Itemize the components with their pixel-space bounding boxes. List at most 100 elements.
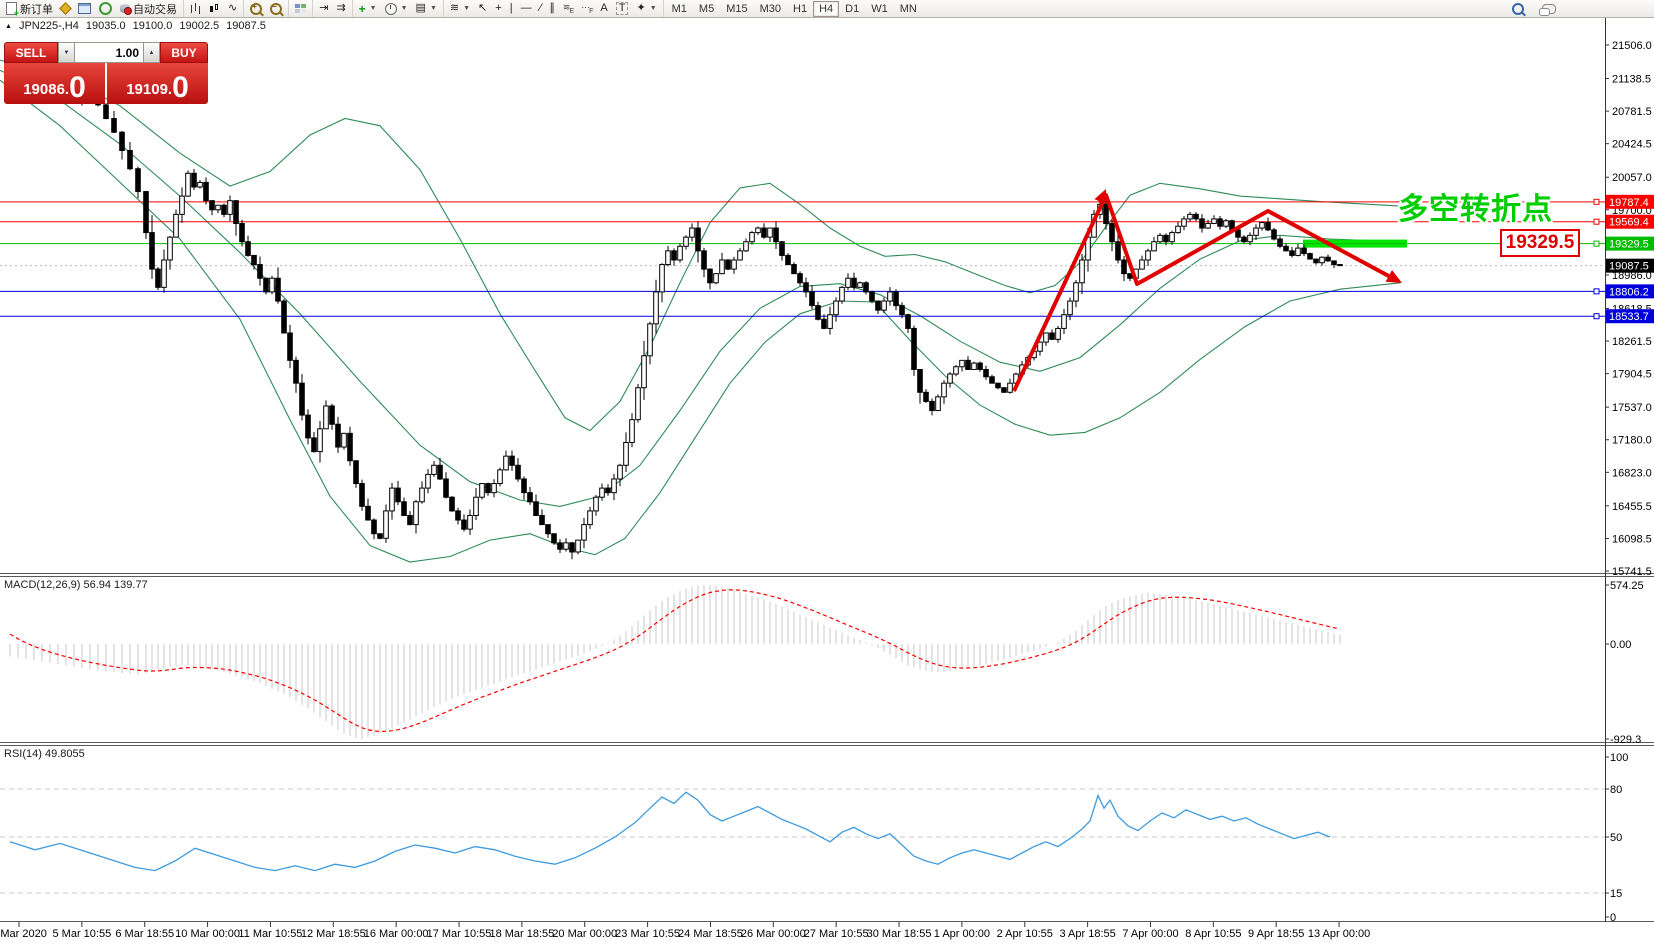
periods-button[interactable]: ▼	[381, 1, 412, 16]
svg-text:20 Mar 00:00: 20 Mar 00:00	[552, 928, 617, 940]
horizontal-line-button[interactable]: —	[517, 1, 536, 16]
zoom-out-button[interactable]: −	[266, 1, 286, 16]
level-line-handle[interactable]	[1594, 219, 1599, 224]
chat-button[interactable]	[1538, 1, 1560, 16]
signals-button[interactable]	[95, 1, 116, 16]
level-line-handle[interactable]	[1594, 314, 1599, 319]
price-chart-canvas[interactable]: 21506.021138.520781.520424.520057.019700…	[0, 0, 1654, 945]
timeframe-d1-button[interactable]: D1	[839, 1, 865, 17]
chart-shift-button[interactable]: ⇥	[315, 1, 332, 16]
timeframe-m5-button[interactable]: M5	[693, 1, 720, 17]
timeframe-m30-button[interactable]: M30	[754, 1, 787, 17]
timeframe-mn-button[interactable]: MN	[894, 1, 923, 17]
templates-button[interactable]: ▤▼	[412, 1, 441, 16]
svg-text:20781.5: 20781.5	[1612, 106, 1652, 118]
trendline-icon: ∕	[540, 3, 542, 14]
zoom-in-button[interactable]: +	[246, 1, 266, 16]
line-chart-button[interactable]: ∿	[224, 1, 241, 16]
text-button[interactable]: A	[596, 1, 611, 16]
equidistant-channel-button[interactable]: ≋E	[559, 1, 577, 16]
line-chart-icon: ∿	[228, 3, 237, 14]
bar-chart-icon	[190, 3, 201, 14]
buy-price-panel[interactable]: 19109.0	[107, 63, 208, 104]
equidistant-channel-icon: ≋E	[563, 2, 573, 15]
clock-icon	[385, 3, 397, 15]
search-icon	[1512, 3, 1524, 15]
indicators-button[interactable]: +▼	[355, 1, 381, 16]
vertical-line-button[interactable]: |	[506, 1, 517, 16]
timeframe-w1-button[interactable]: W1	[865, 1, 894, 17]
svg-text:6 Mar 18:55: 6 Mar 18:55	[115, 928, 174, 940]
cursor-button[interactable]: ↖	[474, 1, 491, 16]
autotrade-button[interactable]: 自动交易	[116, 1, 181, 16]
macd-histogram	[10, 585, 1340, 739]
collapse-triangle-icon[interactable]: ▲	[5, 23, 12, 30]
buy-price-main: 19109.	[126, 78, 172, 102]
svg-text:12 Mar 18:55: 12 Mar 18:55	[301, 928, 366, 940]
timeframe-h4-button[interactable]: H4	[813, 1, 839, 17]
volume-increase-button[interactable]: ▲	[143, 42, 160, 63]
bar-chart-button[interactable]	[186, 1, 205, 16]
trendline-button[interactable]: ∕	[536, 1, 546, 16]
chevron-down-icon: ▼	[430, 5, 437, 12]
search-button[interactable]	[1508, 1, 1528, 16]
svg-text:15: 15	[1610, 888, 1622, 900]
sell-button[interactable]: SELL	[4, 42, 58, 63]
timeframe-m15-button[interactable]: M15	[720, 1, 753, 17]
candle-chart-button[interactable]	[205, 1, 224, 16]
level-line-handle[interactable]	[1594, 241, 1599, 246]
svg-text:18261.5: 18261.5	[1612, 336, 1652, 348]
zoom-out-icon: −	[270, 3, 282, 15]
level-line-handle[interactable]	[1594, 199, 1599, 204]
volume-input[interactable]	[75, 42, 143, 63]
svg-text:24 Mar 18:55: 24 Mar 18:55	[678, 928, 743, 940]
timeframe-h1-button[interactable]: H1	[787, 1, 813, 17]
text-label-button[interactable]: T	[612, 1, 633, 16]
rsi-title: RSI(14) 49.8055	[4, 748, 85, 760]
svg-text:30 Mar 18:55: 30 Mar 18:55	[867, 928, 932, 940]
tile-windows-button[interactable]	[291, 1, 310, 16]
template-icon: ▤	[416, 3, 426, 14]
bollinger-bands	[0, 60, 1400, 562]
market-watch-button[interactable]	[57, 1, 74, 16]
sell-price-panel[interactable]: 19086.0	[4, 63, 105, 104]
one-click-trading-widget: SELL ▼ ▲ BUY 19086.0 19109.0	[4, 42, 208, 104]
timeframe-m1-button[interactable]: M1	[666, 1, 693, 17]
mt4-terminal: { "header": { "symbol": "JPN225-,H4", "o…	[0, 0, 1654, 945]
level-line-handle[interactable]	[1594, 289, 1599, 294]
market-watch-icon	[59, 2, 72, 15]
fibonacci-button[interactable]: ⋯F	[577, 1, 596, 16]
ohlc-high: 19100.0	[133, 20, 173, 32]
objects-list-button[interactable]: ≋▼	[446, 1, 474, 16]
candlesticks	[8, 62, 1343, 560]
auto-scroll-button[interactable]: ⇉	[332, 1, 349, 16]
chevron-down-icon: ▼	[463, 5, 470, 12]
buy-button[interactable]: BUY	[160, 42, 208, 63]
toolbar: 新订单 自动交易 ∿ + − ⇥ ⇉ +▼ ▼ ▤▼	[0, 0, 1654, 18]
volume-decrease-button[interactable]: ▼	[58, 42, 75, 63]
vertical-line-icon: |	[510, 3, 513, 14]
price-axis[interactable]: 21506.021138.520781.520424.520057.019700…	[1605, 40, 1654, 924]
channel-icon: ∥	[549, 3, 555, 14]
svg-text:16455.5: 16455.5	[1612, 501, 1652, 513]
channel-button[interactable]: ∥	[545, 1, 559, 16]
turning-point-annotation: 多空转折点	[1398, 184, 1553, 228]
crosshair-button[interactable]: +	[491, 1, 505, 16]
buy-price-big-digit: 0	[172, 74, 189, 102]
svg-text:19787.4: 19787.4	[1609, 197, 1649, 209]
toolbar-group-line-studies: ≋▼ ↖ + | — ∕ ∥ ≋E ⋯F A T ✦▼	[443, 0, 663, 17]
time-axis[interactable]: 4 Mar 20205 Mar 10:556 Mar 18:5510 Mar 0…	[0, 922, 1370, 940]
new-order-button[interactable]: 新订单	[2, 1, 57, 16]
data-window-icon	[78, 3, 91, 14]
svg-text:3 Apr 18:55: 3 Apr 18:55	[1059, 928, 1115, 940]
data-window-button[interactable]	[74, 1, 95, 16]
rsi-line	[10, 792, 1330, 870]
sell-price-main: 19086.	[23, 78, 69, 102]
price-callout-box[interactable]: 19329.5	[1500, 229, 1580, 257]
toolbar-group-dropdowns: +▼ ▼ ▤▼	[352, 0, 443, 17]
chat-icon	[1542, 4, 1556, 14]
toolbar-group-chart-type: ∿	[183, 0, 243, 17]
svg-text:0: 0	[1610, 912, 1616, 924]
bollinger-lower	[0, 80, 1400, 562]
arrows-button[interactable]: ✦▼	[632, 1, 660, 16]
